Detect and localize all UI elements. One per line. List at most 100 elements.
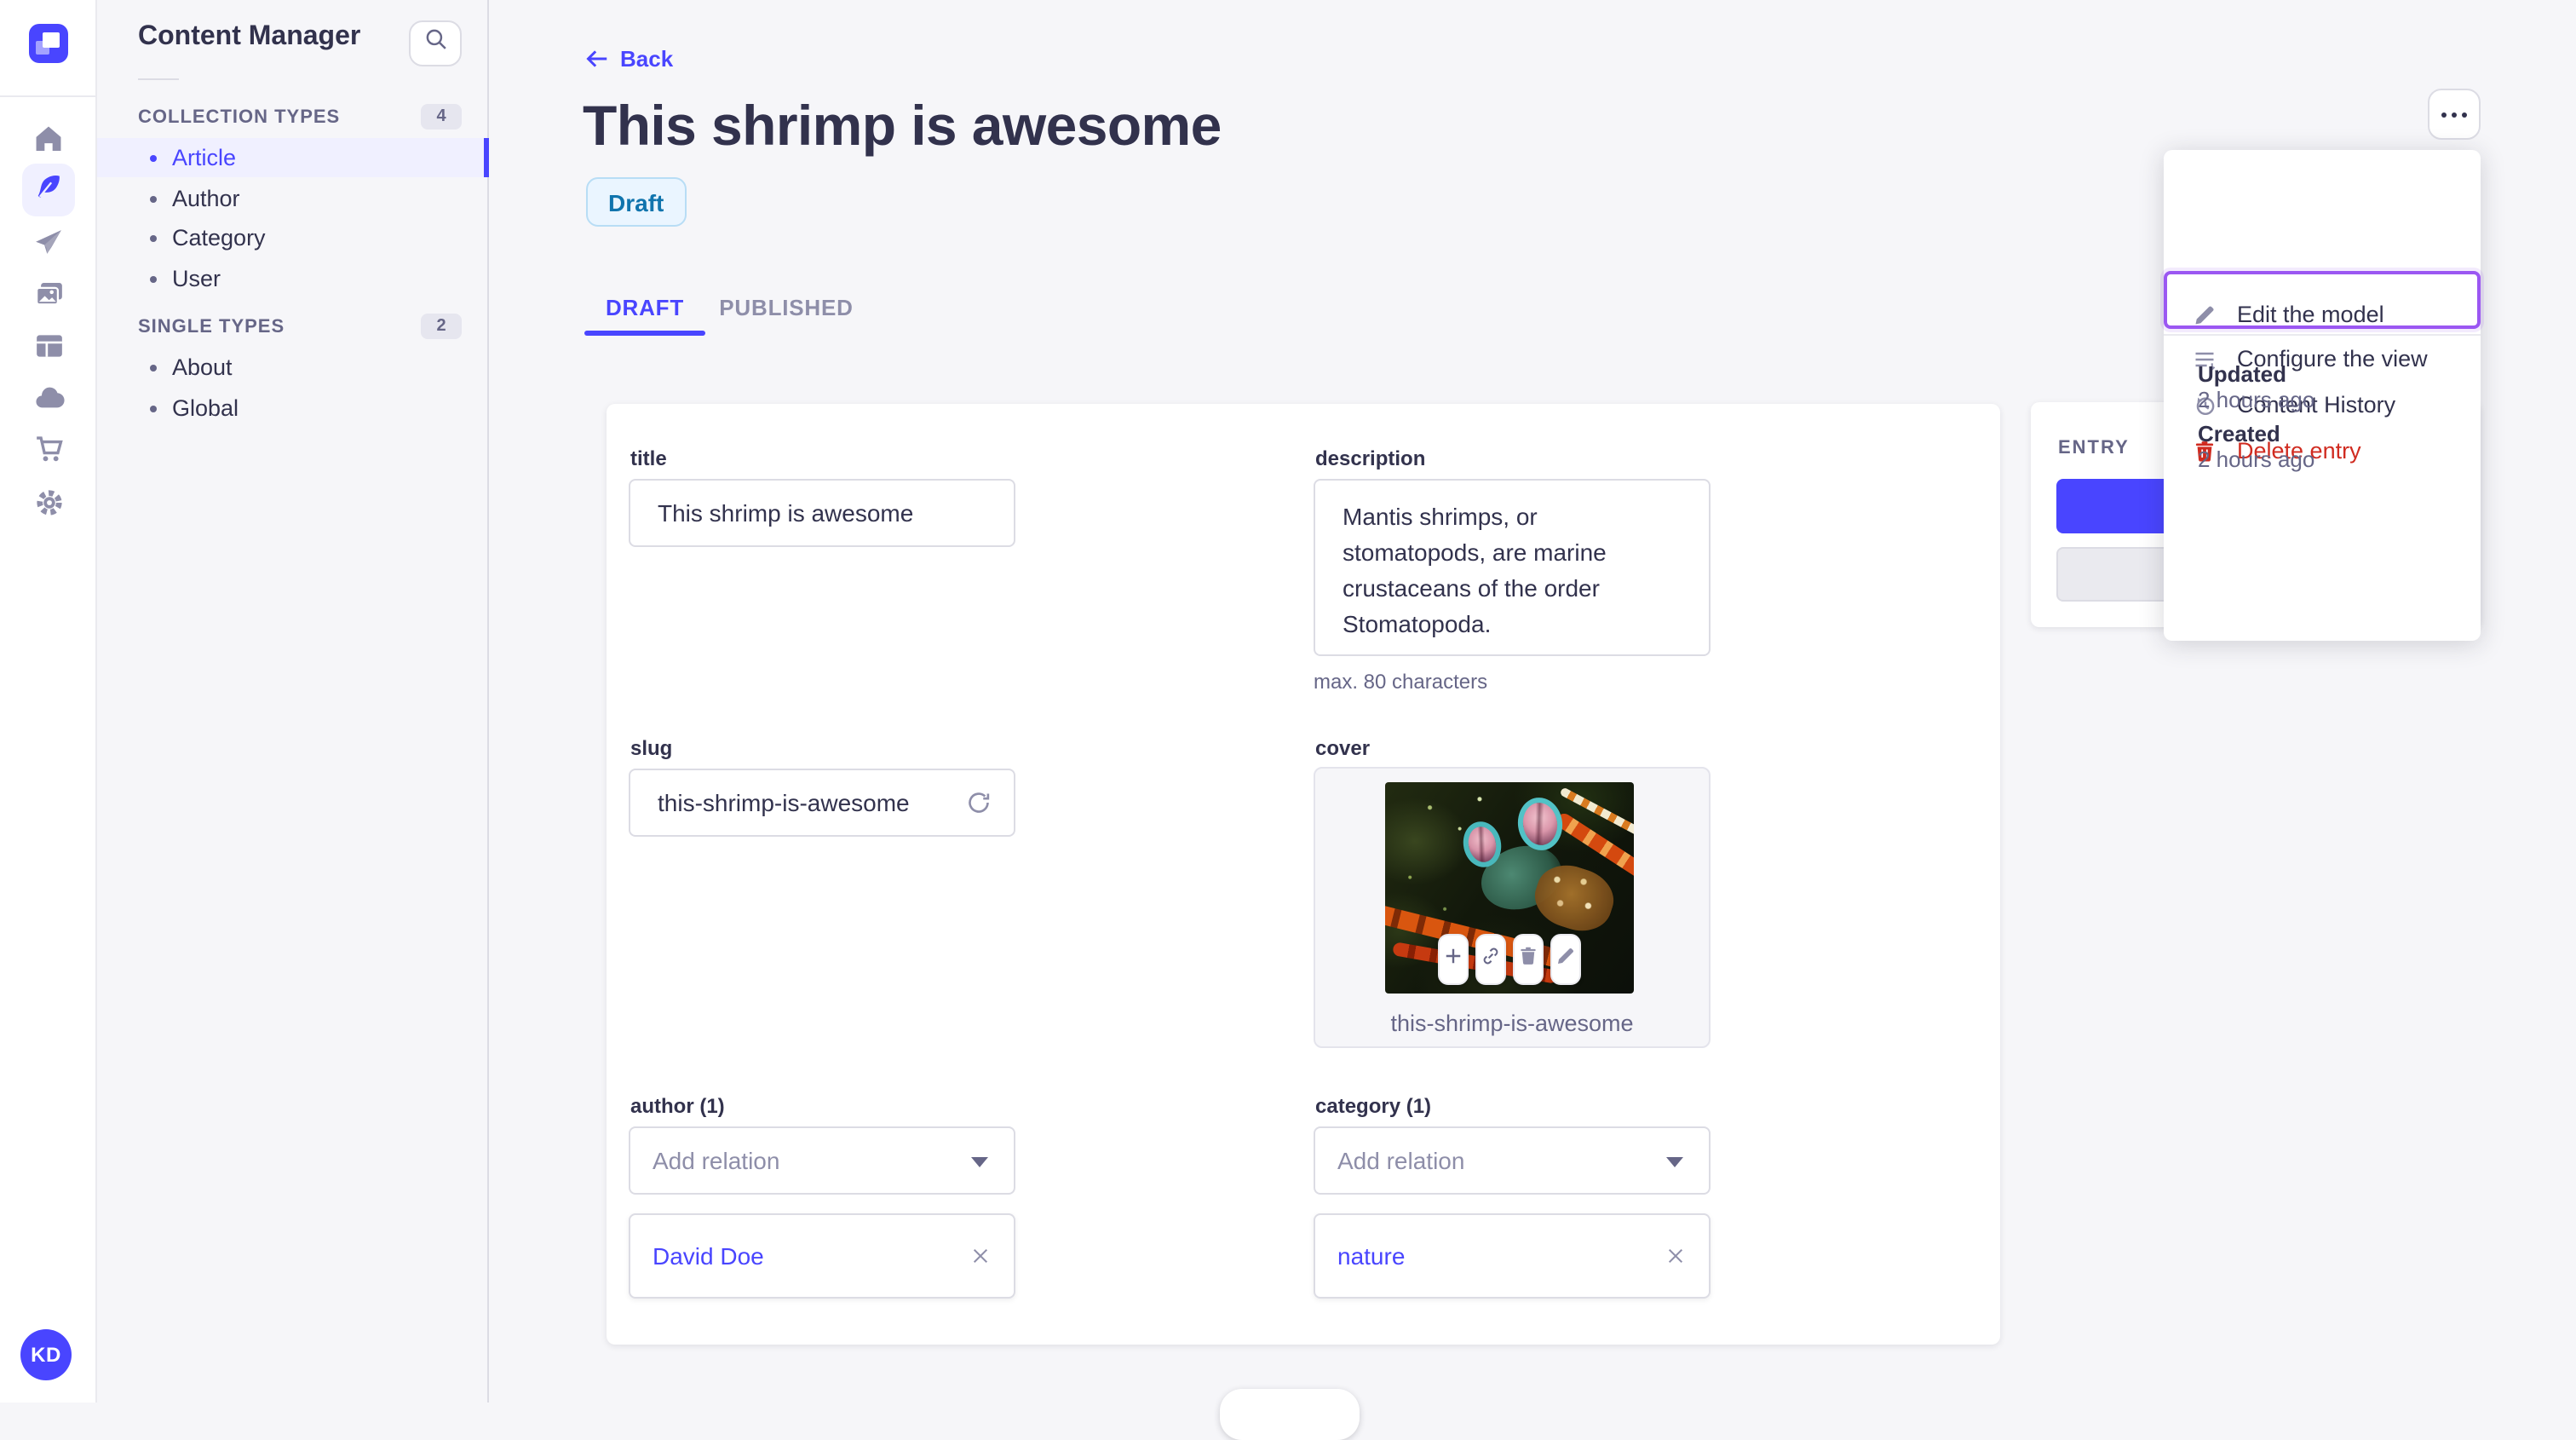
subnav-item-label: Global — [172, 395, 239, 421]
media-actions-toolbar — [1438, 934, 1581, 985]
combobox-placeholder: Add relation — [1337, 1147, 1465, 1174]
home-icon — [34, 124, 63, 153]
media-library-icon — [33, 279, 64, 310]
cart-icon — [33, 435, 64, 465]
page-title: This shrimp is awesome — [583, 94, 1222, 157]
bullet-icon — [150, 405, 157, 412]
tab-draft[interactable]: DRAFT — [584, 279, 705, 336]
add-media-button[interactable] — [1438, 934, 1469, 985]
sidebar-item-layout[interactable] — [0, 320, 97, 372]
tab-published[interactable]: PUBLISHED — [705, 279, 867, 336]
content-manager-feather-icon — [34, 171, 63, 209]
slug-field-label: slug — [630, 736, 673, 760]
content-manager-subnav: Content Manager COLLECTION TYPES 4 Artic… — [97, 0, 489, 1403]
gear-icon — [33, 487, 64, 518]
description-hint: max. 80 characters — [1314, 670, 1488, 694]
trash-icon — [1518, 944, 1538, 975]
floating-widget[interactable] — [1220, 1389, 1360, 1440]
author-relation-item[interactable]: David Doe — [629, 1213, 1015, 1299]
created-value: 2 hours ago — [2198, 446, 2315, 472]
sidebar-item-settings[interactable] — [0, 477, 97, 528]
category-relation-item[interactable]: nature — [1314, 1213, 1711, 1299]
updated-label: Updated — [2198, 361, 2286, 387]
subnav-item-label: Category — [172, 225, 266, 251]
bullet-icon — [150, 234, 157, 241]
strapi-admin-app: KD Content Manager COLLECTION TYPES 4 Ar… — [0, 0, 2576, 1440]
remove-relation-icon[interactable] — [969, 1245, 992, 1267]
category-relation-combobox[interactable]: Add relation — [1314, 1126, 1711, 1195]
user-avatar[interactable]: KD — [20, 1329, 72, 1380]
regenerate-slug-icon[interactable] — [966, 790, 992, 815]
slug-value: this-shrimp-is-awesome — [658, 789, 910, 816]
subnav-item-author[interactable]: Author — [97, 179, 489, 218]
edit-media-button[interactable] — [1550, 934, 1581, 985]
description-value: Mantis shrimps, or stomatopods, are mari… — [1343, 503, 1607, 637]
subnav-item-global[interactable]: Global — [97, 389, 489, 428]
sidebar-item-marketplace[interactable] — [0, 424, 97, 475]
cover-filename: this-shrimp-is-awesome — [1390, 1011, 1634, 1036]
subnav-item-label: User — [172, 266, 221, 291]
chevron-down-icon — [1666, 1157, 1683, 1167]
subnav-item-label: Author — [172, 186, 240, 211]
search-button[interactable] — [409, 20, 462, 66]
subnav-item-label: Article — [172, 145, 237, 170]
subnav-item-article[interactable]: Article — [97, 138, 489, 177]
active-indicator — [484, 138, 489, 177]
chevron-down-icon — [971, 1157, 988, 1167]
relation-link[interactable]: nature — [1337, 1242, 1405, 1270]
arrow-left-icon — [584, 46, 610, 72]
cover-field-label: cover — [1315, 736, 1371, 760]
back-button[interactable]: Back — [584, 46, 673, 72]
subnav-divider — [138, 78, 179, 80]
status-badge: Draft — [586, 177, 687, 227]
bullet-icon — [150, 364, 157, 371]
search-icon — [423, 27, 447, 60]
description-textarea[interactable]: Mantis shrimps, or stomatopods, are mari… — [1314, 479, 1711, 656]
slug-input[interactable]: this-shrimp-is-awesome — [629, 769, 1015, 837]
author-relation-combobox[interactable]: Add relation — [629, 1126, 1015, 1195]
bullet-icon — [150, 195, 157, 202]
bullet-icon — [150, 154, 157, 161]
plus-icon — [1443, 944, 1463, 975]
cloud-icon — [33, 383, 64, 414]
collection-types-count-badge: 4 — [421, 104, 462, 130]
subnav-item-user[interactable]: User — [97, 259, 489, 298]
section-collection-types: COLLECTION TYPES — [138, 107, 341, 128]
subnav-item-category[interactable]: Category — [97, 218, 489, 257]
pencil-icon — [1555, 944, 1576, 975]
active-tab-indicator — [584, 331, 705, 336]
subnav-item-about[interactable]: About — [97, 348, 489, 387]
bullet-icon — [150, 275, 157, 282]
delete-media-button[interactable] — [1513, 934, 1544, 985]
single-types-count-badge: 2 — [421, 314, 462, 339]
author-field-label: author (1) — [630, 1094, 725, 1118]
subnav-title: Content Manager — [138, 22, 361, 51]
sidebar-item-content-manager[interactable] — [22, 164, 75, 216]
created-label: Created — [2198, 421, 2280, 446]
sidebar-item-home[interactable] — [0, 112, 97, 164]
title-value: This shrimp is awesome — [658, 499, 914, 527]
more-actions-menu: Edit the model Configure the view Conten… — [2164, 150, 2481, 641]
sidebar-item-releases[interactable] — [0, 216, 97, 268]
menu-divider — [2164, 334, 2481, 336]
subnav-item-label: About — [172, 354, 233, 380]
more-actions-button[interactable] — [2428, 89, 2481, 140]
copy-link-button[interactable] — [1475, 934, 1506, 985]
sidebar-item-deploy[interactable] — [0, 373, 97, 424]
combobox-placeholder: Add relation — [653, 1147, 780, 1174]
updated-value: 2 hours ago — [2198, 387, 2315, 412]
category-field-label: category (1) — [1315, 1094, 1432, 1118]
relation-link[interactable]: David Doe — [653, 1242, 764, 1270]
back-label: Back — [620, 46, 674, 72]
title-input[interactable]: This shrimp is awesome — [629, 479, 1015, 547]
title-field-label: title — [630, 446, 667, 470]
section-single-types: SINGLE TYPES — [138, 317, 285, 337]
link-icon — [1481, 944, 1501, 975]
send-icon — [34, 228, 63, 256]
strapi-logo-icon[interactable] — [29, 24, 68, 63]
remove-relation-icon[interactable] — [1665, 1245, 1687, 1267]
tour-highlight-outline — [2164, 271, 2481, 329]
description-field-label: description — [1315, 446, 1426, 470]
icon-sidebar: KD — [0, 0, 97, 1403]
sidebar-item-media-library[interactable] — [0, 269, 97, 320]
